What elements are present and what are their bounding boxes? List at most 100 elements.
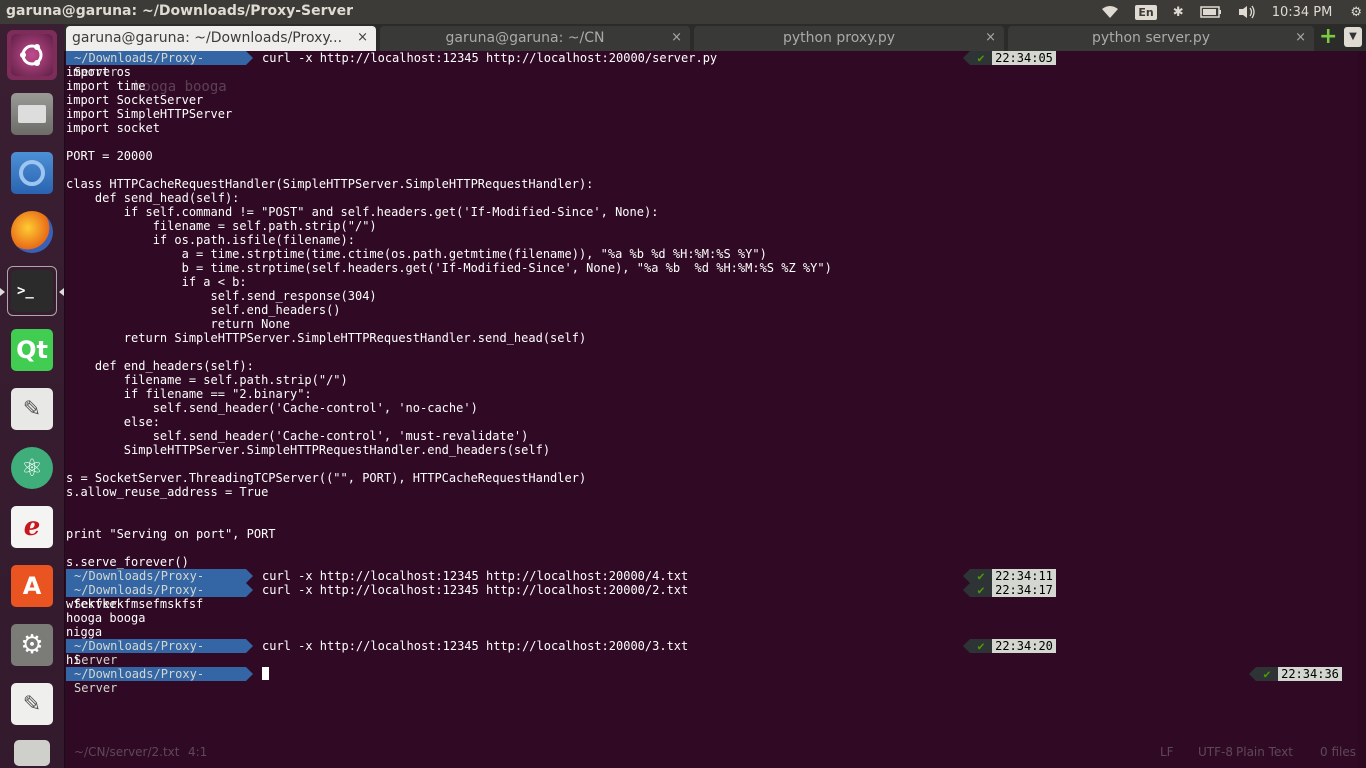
background-statusbar: ~/CN/server/2.txt 4:1 LF UTF-8 Plain Tex… bbox=[66, 742, 1366, 764]
qt-creator-icon[interactable]: Qt bbox=[7, 325, 57, 375]
prompt-directory: ~/Downloads/Proxy-Server bbox=[66, 583, 246, 611]
output-line: wfekfkekfmsefmskfsf bbox=[66, 597, 204, 611]
output-line: if a < b: bbox=[66, 275, 247, 289]
output-line: b = time.strptime(self.headers.get('If-M… bbox=[66, 261, 832, 275]
tab-python-proxy[interactable]: python proxy.py × bbox=[694, 26, 1004, 51]
output-line: PORT = 20000 bbox=[66, 149, 153, 163]
output-line: a = time.strptime(time.ctime(os.path.get… bbox=[66, 247, 767, 261]
prompt-separator bbox=[246, 569, 253, 583]
shell-prompt: ~/Downloads/Proxy-Server curl -x http://l… bbox=[66, 569, 1356, 597]
check-icon: ✔ bbox=[970, 569, 992, 583]
output-line: def end_headers(self): bbox=[66, 359, 254, 373]
command-text: curl -x http://localhost:12345 http://lo… bbox=[262, 639, 689, 653]
battery-icon[interactable] bbox=[1199, 6, 1222, 18]
clock[interactable]: 10:34 PM bbox=[1272, 5, 1333, 20]
volume-icon[interactable] bbox=[1238, 5, 1256, 19]
prompt-separator bbox=[246, 583, 253, 597]
new-tab-button[interactable]: + bbox=[1319, 26, 1337, 48]
pdf-viewer-icon[interactable]: ℯ bbox=[7, 502, 57, 552]
command-timestamp: 22:34:17 bbox=[992, 583, 1056, 597]
syntax-mode: Plain Text bbox=[1236, 745, 1293, 759]
prompt-separator bbox=[246, 667, 253, 681]
chromium-icon[interactable] bbox=[7, 148, 57, 198]
output-line: import SocketServer bbox=[66, 93, 204, 107]
close-icon[interactable]: × bbox=[1295, 30, 1306, 45]
output-line: return SimpleHTTPServer.SimpleHTTPReques… bbox=[66, 331, 587, 345]
output-line: s = SocketServer.ThreadingTCPServer(("",… bbox=[66, 471, 587, 485]
tab-cn[interactable]: garuna@garuna: ~/CN × bbox=[380, 26, 690, 51]
close-icon[interactable]: × bbox=[985, 30, 996, 45]
ubuntu-dash-icon[interactable] bbox=[7, 30, 57, 80]
files-count: 0 files bbox=[1320, 745, 1356, 759]
output-line: else: bbox=[66, 415, 160, 429]
output-line: import socket bbox=[66, 121, 160, 135]
text-cursor bbox=[262, 667, 269, 680]
output-line: if os.path.isfile(filename): bbox=[66, 233, 355, 247]
command-text: curl -x http://localhost:12345 http://lo… bbox=[262, 51, 718, 65]
gear-icon[interactable]: ⚙ bbox=[1350, 5, 1362, 20]
output-line: import os bbox=[66, 65, 132, 79]
terminal-output[interactable]: ~/Downloads/Proxy-Server curl -x http://l… bbox=[66, 51, 1356, 768]
tab-proxy-server[interactable]: garuna@garuna: ~/Downloads/Proxy... × bbox=[66, 26, 376, 51]
output-line: self.send_header('Cache-control', 'must-… bbox=[66, 429, 529, 443]
output-line: self.end_headers() bbox=[66, 303, 341, 317]
prompt-separator bbox=[246, 51, 253, 65]
tab-python-server[interactable]: python server.py × bbox=[1008, 26, 1314, 51]
command-text: curl -x http://localhost:12345 http://lo… bbox=[262, 569, 689, 583]
check-icon: ✔ bbox=[970, 639, 992, 653]
wifi-icon[interactable] bbox=[1101, 5, 1119, 19]
shell-prompt: ~/Downloads/Proxy-Server curl -x http://l… bbox=[66, 583, 1356, 611]
bluetooth-icon[interactable]: ✱ bbox=[1173, 5, 1184, 20]
tab-label: python server.py bbox=[1091, 30, 1211, 46]
keyboard-layout-icon[interactable]: En bbox=[1135, 4, 1157, 20]
check-icon: ✔ bbox=[1256, 667, 1278, 681]
focused-indicator bbox=[59, 288, 64, 296]
top-panel: garuna@garuna: ~/Downloads/Proxy-Server … bbox=[0, 0, 1366, 24]
gedit-icon[interactable]: ✎ bbox=[7, 679, 57, 729]
line-ending: LF bbox=[1160, 745, 1174, 759]
check-icon: ✔ bbox=[970, 51, 992, 65]
output-line: hi bbox=[66, 653, 81, 667]
output-line: self.send_header('Cache-control', 'no-ca… bbox=[66, 401, 478, 415]
background-ghost-text: hooga booga bbox=[134, 79, 227, 95]
close-icon[interactable]: × bbox=[357, 30, 368, 45]
command-timestamp: 22:34:20 bbox=[992, 639, 1056, 653]
shell-prompt: ~/Downloads/Proxy-Server curl -x http://l… bbox=[66, 639, 1356, 667]
tab-label: garuna@garuna: ~/Downloads/Proxy... bbox=[72, 30, 343, 46]
files-icon[interactable] bbox=[7, 89, 57, 139]
indicator-area: En ✱ 10:34 PM ⚙ bbox=[1093, 0, 1366, 24]
cursor-position: 4:1 bbox=[188, 745, 208, 759]
text-editor-icon[interactable]: ✎ bbox=[7, 384, 57, 434]
command-timestamp: 22:34:05 bbox=[992, 51, 1056, 65]
encoding: UTF-8 bbox=[1198, 745, 1233, 759]
trash-icon[interactable] bbox=[7, 738, 57, 768]
scrollbar[interactable] bbox=[1358, 51, 1366, 768]
output-line: SimpleHTTPServer.SimpleHTTPRequestHandle… bbox=[66, 443, 551, 457]
output-line: filename = self.path.strip("/") bbox=[66, 219, 377, 233]
prompt-directory: ~/Downloads/Proxy-Server bbox=[66, 667, 246, 695]
prompt-separator bbox=[963, 51, 970, 65]
output-line: nigga bbox=[66, 625, 103, 639]
running-indicator bbox=[0, 288, 5, 296]
output-line: filename = self.path.strip("/") bbox=[66, 373, 348, 387]
output-line: class HTTPCacheRequestHandler(SimpleHTTP… bbox=[66, 177, 594, 191]
output-line: s.allow_reuse_address = True bbox=[66, 485, 269, 499]
output-line: def send_head(self): bbox=[66, 191, 240, 205]
system-settings-icon[interactable]: ⚙ bbox=[7, 620, 57, 670]
close-icon[interactable]: × bbox=[671, 30, 682, 45]
prompt-separator bbox=[963, 569, 970, 583]
prompt-directory: ~/Downloads/Proxy-Server bbox=[66, 569, 246, 597]
software-center-icon[interactable]: A bbox=[7, 561, 57, 611]
terminal-icon[interactable]: >_ bbox=[7, 266, 57, 316]
check-icon: ✔ bbox=[970, 583, 992, 597]
firefox-icon[interactable] bbox=[7, 207, 57, 257]
command-timestamp: 22:34:11 bbox=[992, 569, 1056, 583]
tab-menu-button[interactable]: ▼ bbox=[1344, 27, 1362, 47]
atom-icon[interactable]: ⚛ bbox=[7, 443, 57, 493]
command-timestamp: 22:34:36 bbox=[1278, 667, 1342, 681]
tab-bar: garuna@garuna: ~/Downloads/Proxy... × ga… bbox=[64, 24, 1366, 51]
prompt-separator bbox=[246, 639, 253, 653]
output-line: if filename == "2.binary": bbox=[66, 387, 312, 401]
output-line: self.send_response(304) bbox=[66, 289, 377, 303]
tab-label: python proxy.py bbox=[782, 30, 896, 46]
